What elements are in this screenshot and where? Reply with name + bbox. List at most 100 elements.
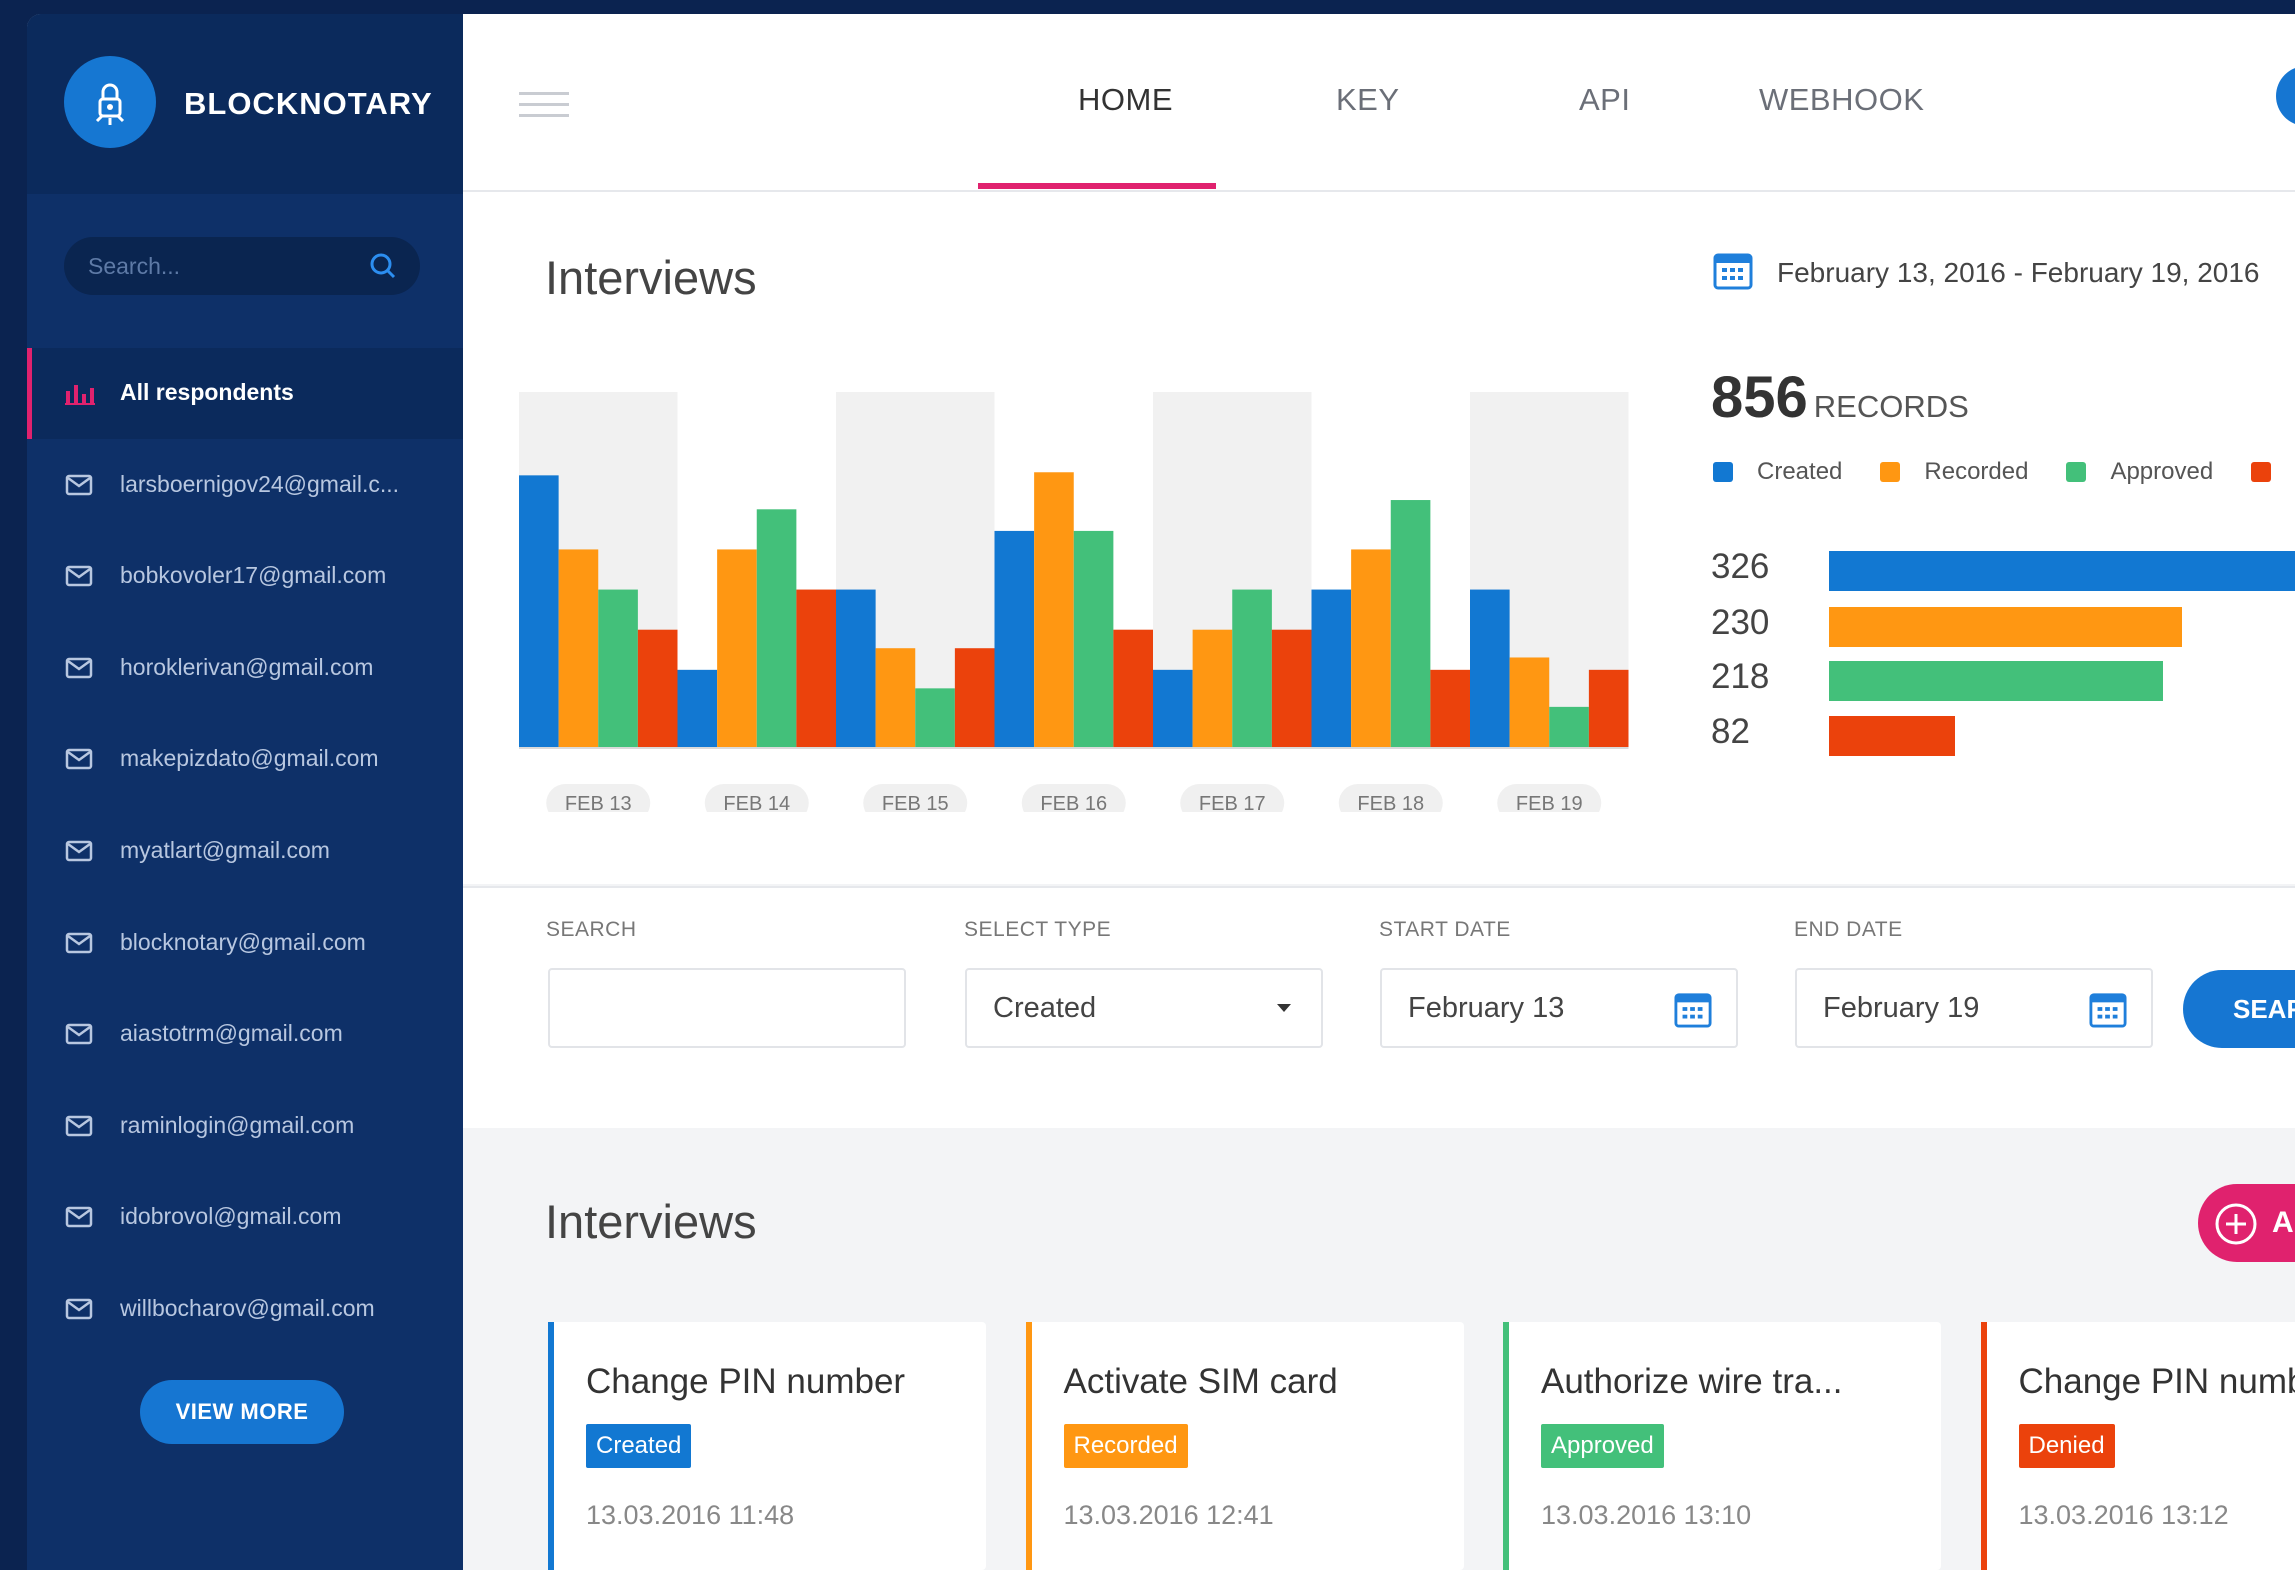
chart-bar — [1549, 706, 1589, 747]
chart-bar — [875, 648, 916, 747]
filters-panel: SEARCH SELECT TYPE Created START DATE Fe… — [463, 886, 2295, 1128]
chevron-down-icon — [1277, 1004, 1291, 1012]
sidebar-item-respondent[interactable]: larsboernigov24@gmail.c... — [27, 440, 463, 531]
interview-card[interactable]: Change PIN numb Denied 13.03.2016 13:12 — [1980, 1322, 2295, 1570]
x-tick-label: FEB 17 — [1199, 793, 1266, 812]
sidebar-item-respondent[interactable]: willbocharov@gmail.com — [27, 1264, 463, 1355]
total-bar — [1829, 661, 2164, 701]
sidebar-item-respondent[interactable]: makepizdato@gmail.com — [27, 714, 463, 805]
legend-label: Recorded — [1924, 458, 2029, 485]
calendar-icon[interactable] — [2089, 990, 2127, 1033]
sidebar-item-label: willbocharov@gmail.com — [120, 1295, 375, 1321]
logo-icon[interactable] — [64, 56, 156, 148]
chart-bar — [1034, 472, 1074, 747]
card-title: Authorize wire tra... — [1541, 1362, 1843, 1401]
main-content: HOME KEY API WEBHOOK Interviews February… — [463, 14, 2295, 1570]
sidebar-item-label: raminlogin@gmail.com — [120, 1111, 355, 1138]
chart-bar — [915, 688, 955, 747]
mail-icon — [65, 931, 93, 960]
app-window: BLOCKNOTARY Search... All respondents lar… — [27, 14, 2295, 1570]
sidebar-item-label: idobrovol@gmail.com — [120, 1203, 342, 1230]
start-date-field[interactable]: February 13 — [1380, 968, 1738, 1048]
card-timestamp: 13.03.2016 13:12 — [2018, 1500, 2229, 1530]
sidebar-item-label: horoklerivan@gmail.com — [120, 653, 374, 680]
chart-bar — [1232, 589, 1272, 747]
end-date-field[interactable]: February 19 — [1795, 968, 2153, 1048]
total-value: 82 — [1711, 712, 1750, 751]
view-more-button[interactable]: VIEW MORE — [140, 1380, 344, 1444]
status-badge: Created — [586, 1424, 692, 1468]
type-select-value: Created — [993, 992, 1097, 1024]
type-select[interactable]: Created — [965, 968, 1323, 1048]
interview-card[interactable]: Authorize wire tra... Approved 13.03.2016 … — [1503, 1322, 1941, 1570]
tab-key[interactable]: KEY — [1336, 82, 1400, 118]
search-input[interactable] — [548, 968, 906, 1048]
card-status-stripe — [1980, 1322, 1987, 1570]
avatar[interactable] — [2276, 66, 2295, 126]
card-timestamp: 13.03.2016 13:10 — [1541, 1500, 1752, 1530]
tab-home[interactable]: HOME — [1078, 82, 1173, 118]
start-date-value: February 13 — [1408, 992, 1565, 1024]
x-tick-label: FEB 14 — [723, 793, 790, 812]
card-timestamp: 13.03.2016 12:41 — [1063, 1500, 1274, 1530]
interview-card[interactable]: Change PIN number Created 13.03.2016 11:48 — [548, 1322, 986, 1570]
card-status-stripe — [548, 1322, 554, 1570]
chart-bar — [598, 589, 638, 747]
sidebar-item-respondent[interactable]: idobrovol@gmail.com — [27, 1172, 463, 1263]
x-tick-label: FEB 15 — [882, 793, 949, 812]
card-title: Activate SIM card — [1063, 1362, 1338, 1401]
plus-circle-icon — [2214, 1202, 2258, 1251]
chart-bar — [836, 589, 876, 747]
mail-icon — [65, 839, 93, 868]
card-status-stripe — [1503, 1322, 1509, 1570]
sidebar-item-respondent[interactable]: raminlogin@gmail.com — [27, 1081, 463, 1172]
add-button-label: A — [2272, 1206, 2294, 1239]
search-icon[interactable] — [368, 251, 398, 286]
sidebar-item-all-respondents[interactable]: All respondents — [27, 348, 463, 439]
add-interview-button[interactable]: A — [2198, 1184, 2295, 1262]
x-tick-label: FEB 18 — [1357, 793, 1424, 812]
sidebar-item-respondent[interactable]: blocknotary@gmail.com — [27, 898, 463, 989]
sidebar-item-respondent[interactable]: horoklerivan@gmail.com — [27, 623, 463, 714]
sidebar-item-label: aiastotrm@gmail.com — [120, 1020, 343, 1047]
mail-icon — [65, 747, 93, 776]
card-status-stripe — [1025, 1322, 1032, 1570]
legend-swatch — [2251, 462, 2272, 482]
status-badge: Approved — [1541, 1424, 1664, 1468]
mail-icon — [65, 564, 93, 593]
sidebar-item-label: myatlart@gmail.com — [120, 837, 330, 863]
sidebar-item-respondent[interactable]: bobkovoler17@gmail.com — [27, 531, 463, 622]
end-date-label: END DATE — [1794, 918, 1903, 941]
sidebar-search-input[interactable]: Search... — [64, 237, 420, 295]
legend-swatch — [1880, 462, 1901, 482]
tab-webhook[interactable]: WEBHOOK — [1759, 82, 1924, 118]
chart-bar — [519, 475, 559, 747]
records-count: 856 — [1711, 365, 1808, 430]
chart-bar — [796, 589, 836, 747]
x-tick-label: FEB 19 — [1516, 793, 1583, 812]
card-timestamp: 13.03.2016 11:48 — [586, 1500, 795, 1530]
status-badge: Denied — [2018, 1424, 2115, 1468]
chart-bar — [1073, 530, 1114, 747]
x-tick-label: FEB 16 — [1040, 793, 1107, 812]
search-button[interactable]: SEAR — [2183, 970, 2295, 1048]
tab-api[interactable]: API — [1579, 82, 1630, 118]
calendar-icon[interactable] — [1674, 990, 1712, 1033]
brand-name: BLOCKNOTARY — [184, 86, 433, 121]
total-value: 230 — [1711, 603, 1770, 642]
total-bar — [1829, 551, 2295, 591]
chart-bar — [1588, 669, 1629, 747]
chart-bar — [1430, 669, 1470, 747]
chart-bar — [1192, 629, 1233, 747]
chart-bar — [1311, 589, 1352, 747]
mail-icon — [65, 1114, 93, 1143]
date-range[interactable]: February 13, 2016 - February 19, 2016 — [1713, 250, 2260, 295]
chart-bar — [1390, 500, 1431, 747]
hamburger-menu-icon[interactable] — [519, 92, 569, 123]
sidebar-item-respondent[interactable]: aiastotrm@gmail.com — [27, 989, 463, 1080]
interview-card[interactable]: Activate SIM card Recorded 13.03.2016 12:4… — [1025, 1322, 1464, 1570]
chart-bar — [677, 669, 718, 747]
stats-title: Interviews — [545, 251, 757, 304]
sidebar-item-respondent[interactable]: myatlart@gmail.com — [27, 806, 463, 897]
mail-icon — [65, 473, 93, 502]
